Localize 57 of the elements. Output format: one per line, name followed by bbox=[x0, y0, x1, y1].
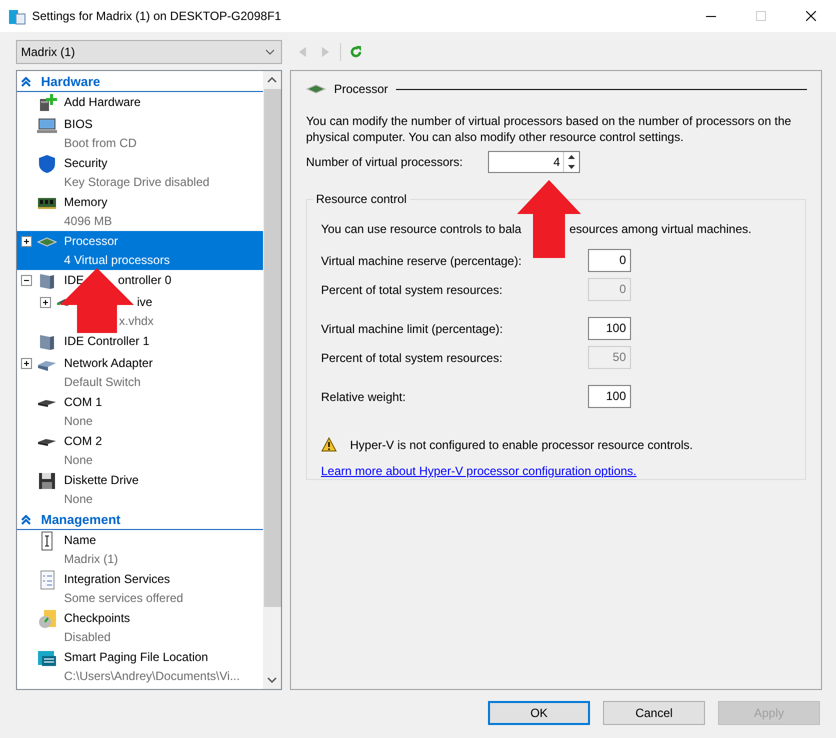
field-label: Relative weight: bbox=[321, 390, 407, 404]
scrollbar[interactable] bbox=[263, 71, 281, 689]
close-icon[interactable] bbox=[806, 11, 816, 21]
processor-icon bbox=[306, 83, 326, 95]
expand-icon[interactable] bbox=[21, 358, 32, 369]
dialog-button[interactable]: Cancel bbox=[603, 701, 705, 725]
app-icon bbox=[8, 7, 26, 25]
tree-item[interactable]: Diskette Drive None bbox=[17, 470, 263, 509]
tree-item[interactable]: Smart Paging File Location C:\Users\Andrey\Documents\Vi... bbox=[17, 647, 263, 686]
tree-item[interactable]: COM 1 None bbox=[17, 392, 263, 431]
tree-item[interactable]: Processor 4 Virtual processors bbox=[17, 231, 263, 270]
number-field[interactable]: 100 bbox=[588, 385, 631, 408]
controller-icon bbox=[37, 271, 57, 291]
section-title: Processor bbox=[334, 82, 388, 96]
tree-item[interactable]: COM 2 None bbox=[17, 431, 263, 470]
paging-icon bbox=[37, 648, 57, 668]
expand-icon[interactable] bbox=[40, 297, 51, 308]
warning-text: Hyper-V is not configured to enable processor resource controls. bbox=[350, 438, 693, 452]
tree-item[interactable]: IDE Controller 1 bbox=[17, 331, 263, 353]
tree-item[interactable]: BIOS Boot from CD bbox=[17, 114, 263, 153]
tree-item[interactable]: Add Hardware bbox=[17, 92, 263, 114]
tree-item[interactable]: IDE ontroller 0 bbox=[17, 270, 263, 292]
scroll-down-icon[interactable] bbox=[267, 675, 277, 685]
tree-item[interactable]: Memory 4096 MB bbox=[17, 192, 263, 231]
tree-section-header[interactable]: Management bbox=[17, 510, 263, 530]
diskette-icon bbox=[37, 471, 57, 491]
tree-item[interactable]: Network Adapter Default Switch bbox=[17, 353, 263, 392]
window-title: Settings for Madrix (1) on DESKTOP-G2098F1 bbox=[32, 9, 282, 23]
description: You can modify the number of virtual processors based on the number of processors on the physical computer. You can also modify other resource control settings. bbox=[306, 113, 792, 145]
field-label: Virtual machine reserve (percentage): bbox=[321, 254, 523, 268]
warning-icon bbox=[321, 437, 337, 452]
number-field[interactable]: 0 bbox=[588, 249, 631, 272]
tree-item[interactable]: Name Madrix (1) bbox=[17, 530, 263, 569]
checkpoint-icon bbox=[37, 609, 57, 629]
processor-count-spinner[interactable]: 4 bbox=[488, 151, 580, 173]
field-label: Number of virtual processors: bbox=[306, 155, 464, 169]
security-icon bbox=[37, 154, 57, 174]
field-label: Percent of total system resources: bbox=[321, 282, 504, 296]
tree-item[interactable]: Checkpoints Disabled bbox=[17, 608, 263, 647]
group-title: Resource control bbox=[313, 192, 410, 206]
controller-icon bbox=[37, 332, 57, 352]
dialog-button[interactable]: OK bbox=[488, 701, 590, 725]
description: You can use resource controls to bala esources among virtual machines. bbox=[321, 222, 752, 236]
help-link[interactable]: Learn more about Hyper-V processor configuration options. bbox=[321, 464, 637, 478]
tree-item[interactable]: Integration Services Some services offered bbox=[17, 569, 263, 608]
tree-section-header[interactable]: Hardware bbox=[17, 72, 263, 92]
field-label: Virtual machine limit (percentage): bbox=[321, 322, 504, 336]
add-hardware-icon bbox=[37, 93, 57, 113]
refresh-icon[interactable] bbox=[349, 45, 363, 59]
chevron-down-icon[interactable] bbox=[265, 49, 275, 55]
vm-dropdown[interactable]: Madrix (1) bbox=[16, 40, 282, 64]
number-field[interactable]: 100 bbox=[588, 317, 631, 340]
expand-icon[interactable] bbox=[21, 236, 32, 247]
collapse-icon[interactable] bbox=[21, 275, 32, 286]
scroll-up-icon[interactable] bbox=[267, 75, 277, 85]
tree-item[interactable]: Security Key Storage Drive disabled bbox=[17, 153, 263, 192]
field-label: Percent of total system resources: bbox=[321, 350, 504, 364]
